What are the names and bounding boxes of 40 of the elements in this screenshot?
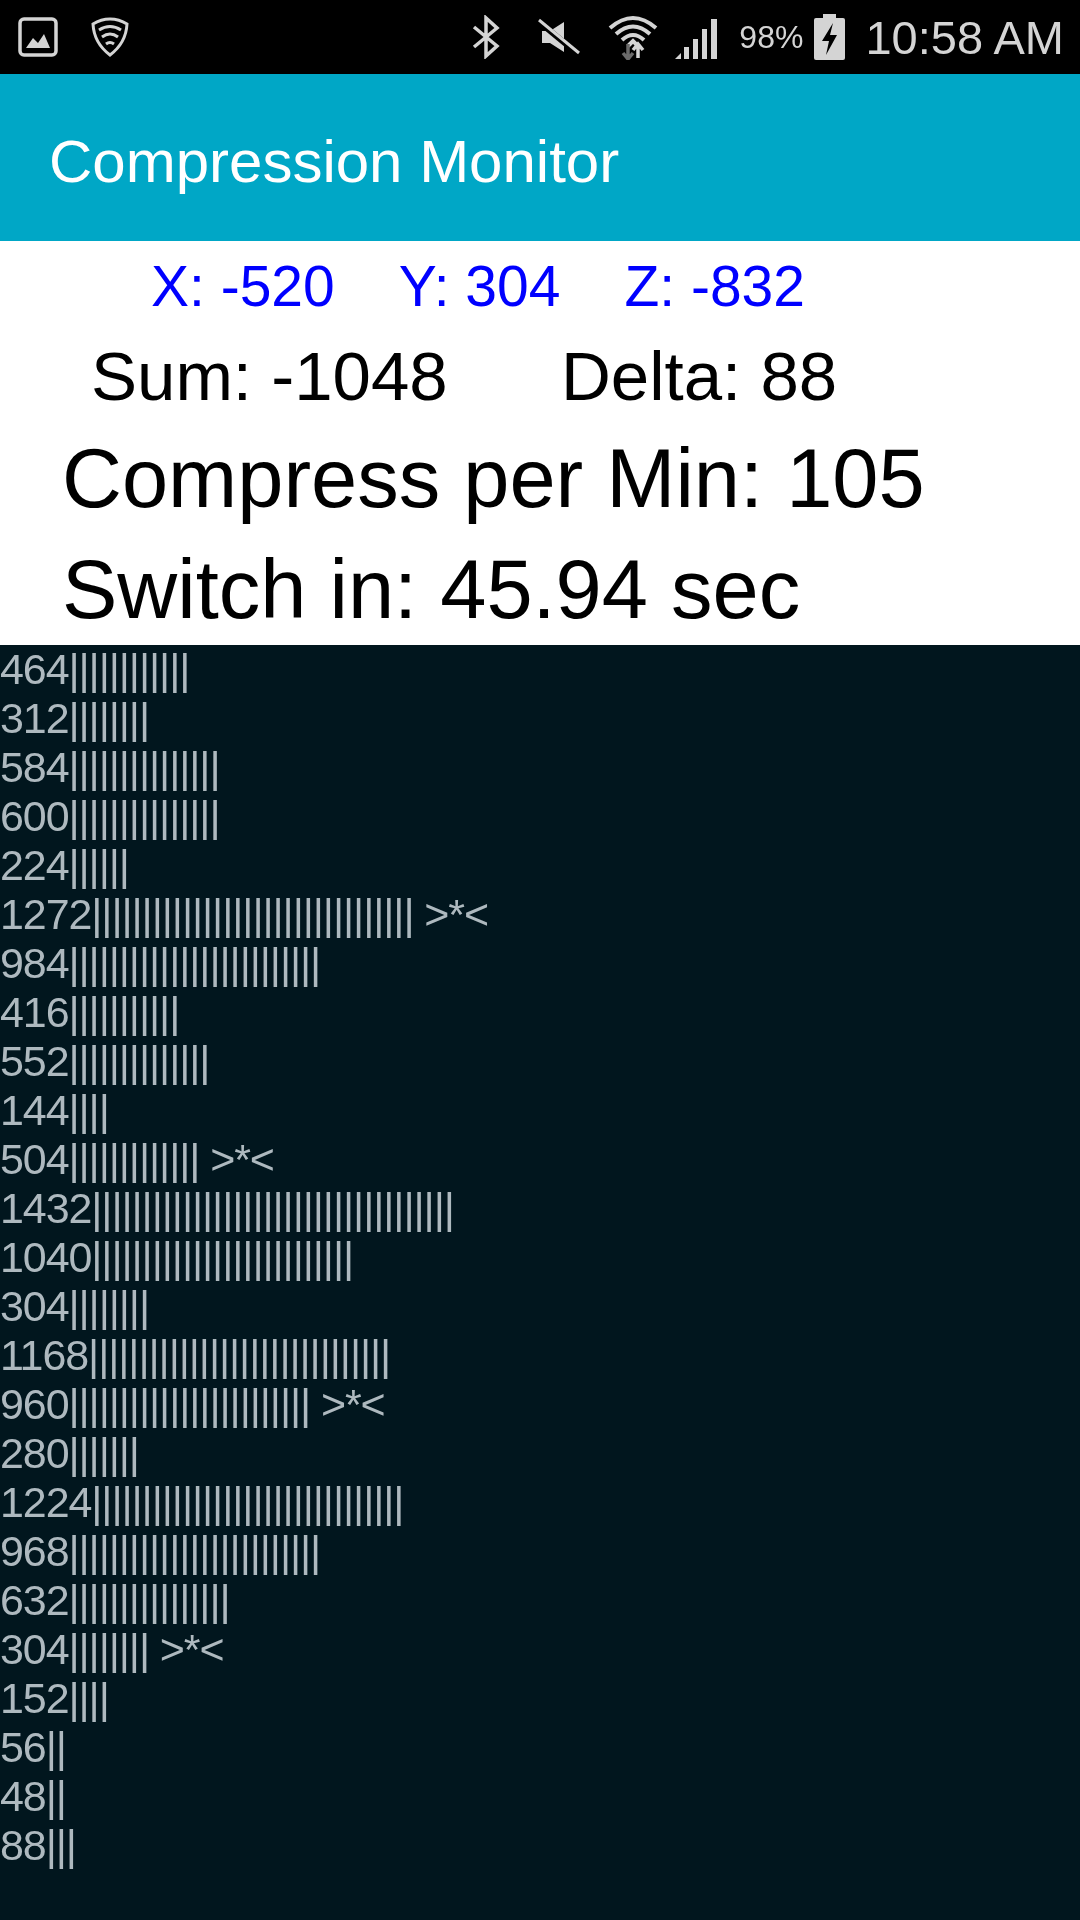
log-line: 968||||||||||||||||||||||||| xyxy=(0,1527,321,1576)
log-line: 48|| xyxy=(0,1772,66,1821)
log-line: 464|||||||||||| xyxy=(0,645,190,694)
axis-reading: X: -520 xyxy=(151,253,335,319)
axis-reading: Z: -832 xyxy=(624,253,805,319)
battery-charging-icon xyxy=(814,14,846,60)
log-line: 1168|||||||||||||||||||||||||||||| xyxy=(0,1331,391,1380)
log-line: 552|||||||||||||| xyxy=(0,1037,210,1086)
clock-time: 10:58 AM xyxy=(865,13,1064,61)
log-line: 312|||||||| xyxy=(0,694,149,743)
axis-reading: Y: 304 xyxy=(398,253,561,319)
switch-countdown-reading: Switch in: 45.94 sec xyxy=(62,543,801,637)
log-line: 504||||||||||||| >*< xyxy=(0,1135,274,1184)
log-line: 304|||||||| xyxy=(0,1282,149,1331)
log-line: 1272|||||||||||||||||||||||||||||||| >*< xyxy=(0,890,488,939)
wifi-icon xyxy=(608,14,659,60)
log-line: 984||||||||||||||||||||||||| xyxy=(0,939,321,988)
muted-speaker-icon xyxy=(536,17,581,57)
log-line: 152|||| xyxy=(0,1674,109,1723)
log-line: 144|||| xyxy=(0,1086,109,1135)
log-line: 1040|||||||||||||||||||||||||| xyxy=(0,1233,354,1282)
picture-icon xyxy=(18,17,58,57)
sum-reading: Sum: -1048 xyxy=(91,337,449,417)
log-line: 416||||||||||| xyxy=(0,988,180,1037)
log-line: 56|| xyxy=(0,1723,66,1772)
battery-percent: 98% xyxy=(739,21,804,53)
log-line: 960|||||||||||||||||||||||| >*< xyxy=(0,1380,385,1429)
log-line: 584||||||||||||||| xyxy=(0,743,220,792)
log-line: 600||||||||||||||| xyxy=(0,792,220,841)
log-line: 1432|||||||||||||||||||||||||||||||||||| xyxy=(0,1184,454,1233)
log-line: 224|||||| xyxy=(0,841,129,890)
log-line: 304|||||||| >*< xyxy=(0,1625,224,1674)
log-line: 632|||||||||||||||| xyxy=(0,1576,230,1625)
log-line: 1224||||||||||||||||||||||||||||||| xyxy=(0,1478,404,1527)
log-line: 280||||||| xyxy=(0,1429,139,1478)
log-line: 88||| xyxy=(0,1821,76,1870)
app-title: Compression Monitor xyxy=(49,127,620,197)
delta-reading: Delta: 88 xyxy=(561,337,838,417)
shield-icon xyxy=(91,17,129,57)
compress-rate-reading: Compress per Min: 105 xyxy=(62,432,925,526)
